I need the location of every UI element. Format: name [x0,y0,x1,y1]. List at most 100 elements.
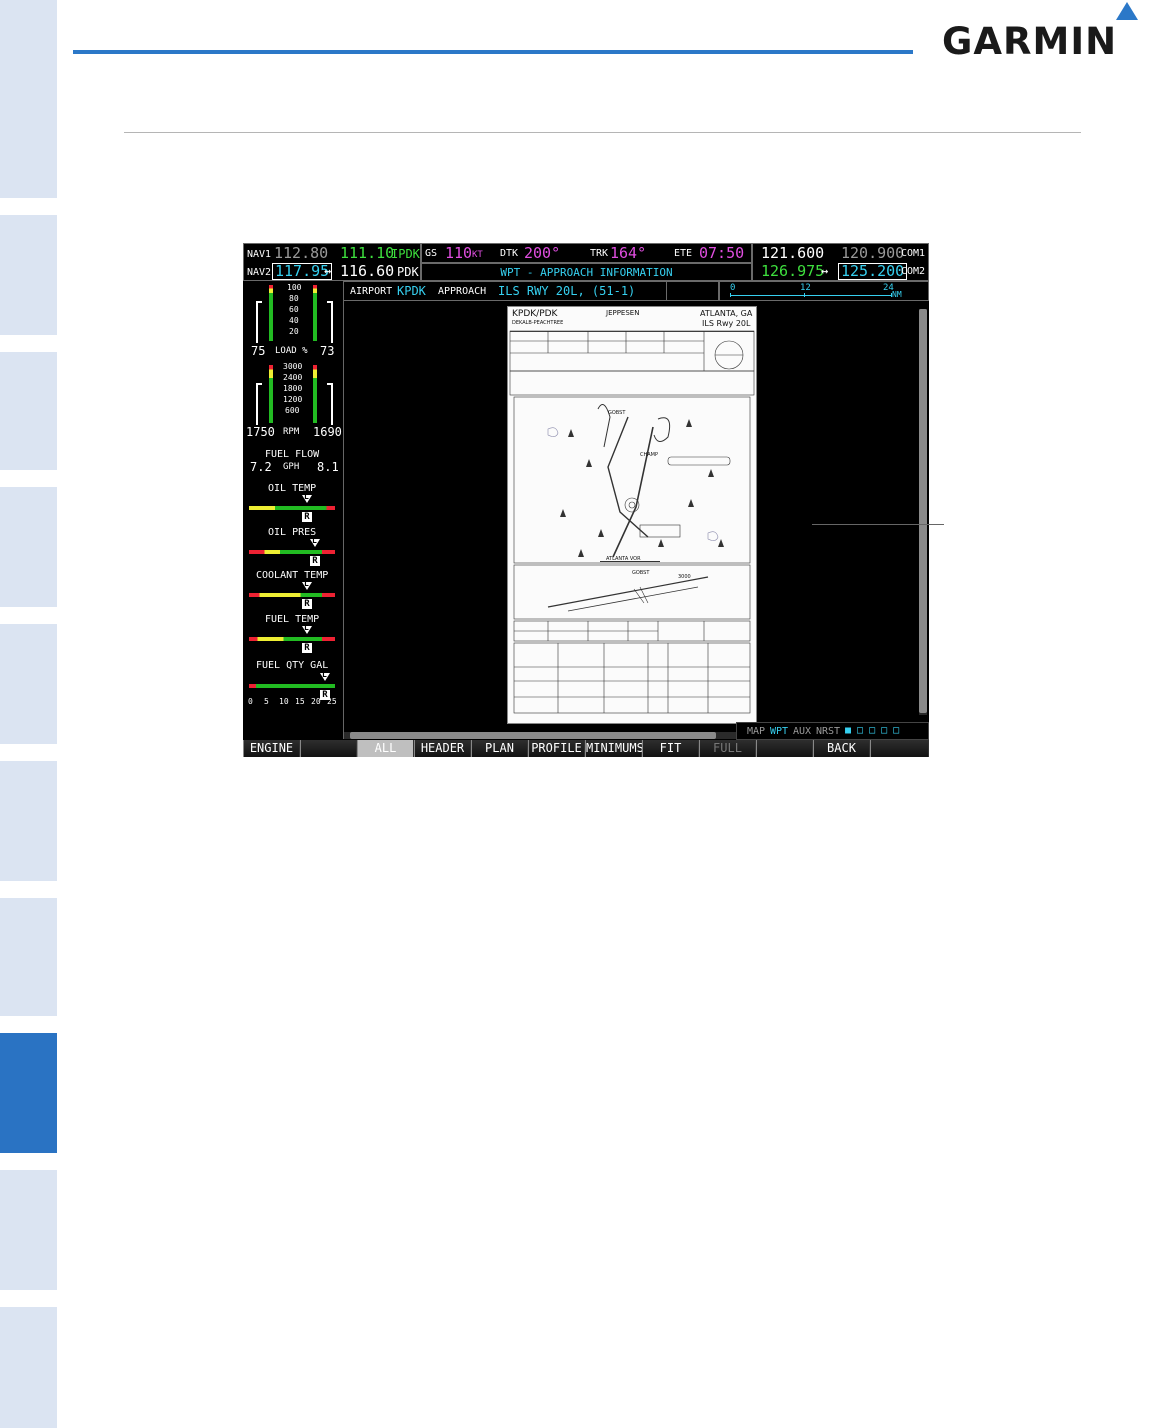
page-position-squares: ■ □ □ □ □ [845,725,900,736]
page-group-map[interactable]: MAP [747,727,765,737]
callout-line [812,524,944,525]
nav-swap-icon[interactable]: ↔ [324,265,331,277]
horizontal-scrollbar[interactable] [344,732,737,739]
nav2-active-freq[interactable]: 116.60 [340,264,394,279]
airport-value[interactable]: KPDK [397,285,426,297]
softkey-engine[interactable]: ENGINE [243,740,300,757]
garmin-delta-icon [1116,2,1138,20]
page-title: WPT - APPROACH INFORMATION [500,266,673,279]
rpm-tick: 1200 [283,395,303,404]
load-label: LOAD % [275,346,308,356]
mfd-screen: NAV1 112.80 111.10 IPDK NAV2 117.95 ↔ 11… [243,243,929,757]
fuel-flow-unit: GPH [283,462,300,472]
softkey-back[interactable]: BACK [813,740,870,757]
softkey-blank[interactable] [300,740,357,757]
rpm-left-value: 1750 [246,425,275,439]
chart-viewport[interactable]: KPDK/PDK DEKALB-PEACHTREE JEPPESEN ATLAN… [344,301,929,740]
scale-tick-mark [730,293,731,297]
page-group-wpt[interactable]: WPT [770,727,788,737]
page-title-bar: WPT - APPROACH INFORMATION [421,263,752,281]
approach-chart-page[interactable]: KPDK/PDK DEKALB-PEACHTREE JEPPESEN ATLAN… [507,306,757,724]
softkey-plan[interactable]: PLAN [471,740,528,757]
approach-label: APPROACH [438,286,487,297]
dtk-value: 200° [524,244,561,262]
fuel-qty-scale: 25 [327,697,337,706]
section-tab[interactable] [0,898,57,1016]
com1-active-freq[interactable]: 121.600 [761,246,824,261]
rpm-tick: 1800 [283,384,303,393]
scale-tick-12: 12 [800,283,811,293]
section-tab-active[interactable] [0,1033,57,1153]
com2-active-freq[interactable]: 126.975 [761,264,824,279]
softkey-fit-width[interactable]: FIT WDTH [642,740,699,757]
load-tick: 100 [287,283,302,292]
section-tab[interactable] [0,761,57,881]
load-tick: 80 [289,294,299,303]
l-marker: L [304,623,309,632]
page-group-nrst[interactable]: NRST [816,727,840,737]
load-bar-left [269,285,273,341]
nav1-ident: IPDK [391,247,420,261]
garmin-logo: GARMIN [942,20,1118,63]
softkey-full-screen[interactable]: FULL SCN [699,740,756,757]
section-tabs [0,0,57,1428]
softkey-minimums[interactable]: MINIMUMS [585,740,644,757]
com2-standby-freq[interactable]: 125.200 [838,263,908,280]
oil-pres-label: OIL PRES [268,527,317,538]
softkey-all[interactable]: ALL [357,740,414,757]
map-scale-bar: 0 12 24 NM [719,281,929,301]
scale-line [730,295,892,296]
ete-label: ETE [674,248,693,259]
softkey-bar: ENGINE ALL HEADER PLAN PROFILE MINIMUMS … [243,740,929,757]
softkey-blank[interactable] [756,740,813,757]
fuel-qty-scale: 20 [311,697,321,706]
fuel-temp-bar [249,637,335,641]
softkey-header[interactable]: HEADER [414,740,471,757]
rpm-bar-left [269,365,273,423]
section-tab[interactable] [0,1307,57,1428]
gauge-bracket-left [256,383,262,425]
gs-label: GS [425,248,438,259]
horizontal-scroll-thumb[interactable] [350,732,716,739]
com1-label: COM1 [901,248,926,259]
oil-pres-bar [249,550,335,554]
page-group-aux[interactable]: AUX [793,727,811,737]
nav1-active-freq[interactable]: 111.10 [340,246,394,261]
approach-value[interactable]: ILS RWY 20L, (51-1) [498,285,635,297]
dtk-label: DTK [500,248,519,259]
page-group-indicator: MAP WPT AUX NRST ■ □ □ □ □ [736,722,929,740]
section-tab[interactable] [0,624,57,744]
vertical-scrollbar[interactable] [919,309,927,715]
coolant-temp-r-marker: R [302,599,312,609]
chart-fix-gobst: GOBST [608,410,626,416]
section-tab[interactable] [0,215,57,335]
fuel-qty-scale: 5 [264,697,269,706]
fuel-qty-label: FUEL QTY GAL [256,660,329,671]
fuel-qty-scale: 0 [248,697,253,706]
softkey-profile[interactable]: PROFILE [528,740,585,757]
rpm-bar-right [313,365,317,423]
nav1-standby-freq[interactable]: 112.80 [274,246,328,261]
gauge-bracket-right [327,301,333,343]
fuel-qty-scale: 10 [279,697,289,706]
section-tab[interactable] [0,487,57,607]
softkey-blank[interactable] [870,740,929,757]
scale-unit: NM [892,290,902,299]
engine-indication-strip: 100 80 60 40 20 75 LOAD % 73 3000 2400 1… [243,281,344,739]
section-tab[interactable] [0,352,57,470]
load-left-value: 75 [251,344,266,358]
oil-temp-r-marker: R [302,512,312,522]
oil-temp-bar [249,506,335,510]
load-tick: 40 [289,316,299,325]
com-frequency-box: 121.600 120.900 COM1 126.975 ↔ 125.200 C… [752,243,929,281]
com-swap-icon[interactable]: ↔ [821,265,828,277]
vertical-scroll-thumb[interactable] [919,309,927,713]
rpm-tick: 600 [285,406,300,415]
rpm-tick: 2400 [283,373,303,382]
section-tab[interactable] [0,0,57,198]
com1-standby-freq[interactable]: 120.900 [841,246,904,261]
chart-fix-champ: CHAMP [640,452,659,458]
airport-label: AIRPORT [350,286,393,297]
section-tab[interactable] [0,1170,57,1290]
l-marker: L [312,536,317,545]
